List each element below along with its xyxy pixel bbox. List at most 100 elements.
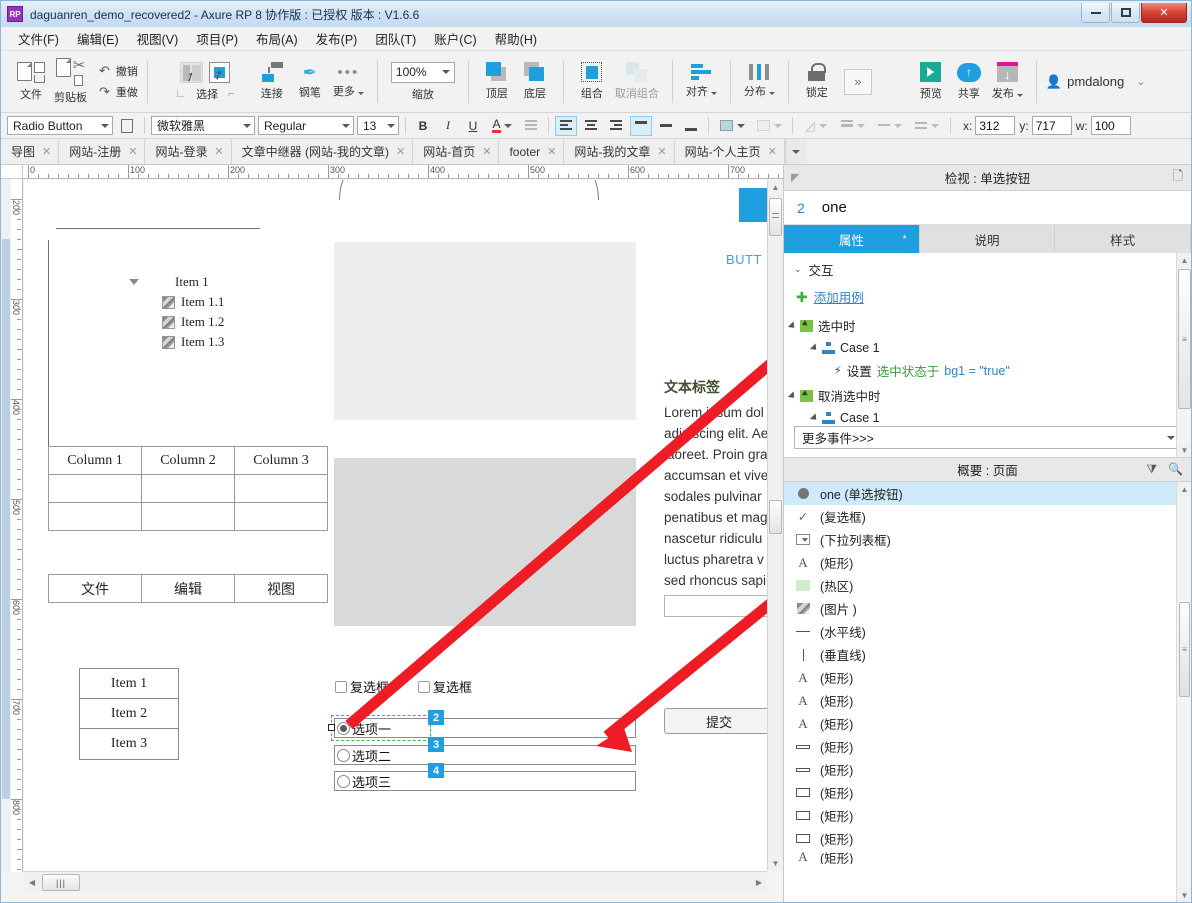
table-widget[interactable]: Column 1 Column 2 Column 3	[48, 446, 328, 531]
placeholder-image-1[interactable]	[334, 242, 636, 420]
tree-child-item[interactable]: Item 1.3	[162, 334, 224, 350]
action-row[interactable]: ⚡ 设置 选中状态于 bg1 = "true"	[790, 358, 1191, 383]
valign-top-button[interactable]	[630, 115, 652, 136]
w-input[interactable]	[1090, 116, 1131, 135]
event-row-onselect[interactable]: 选中时	[787, 313, 1191, 338]
bullet-list-button[interactable]	[520, 116, 542, 136]
line-width-button[interactable]	[836, 116, 870, 136]
canvas-vertical-scrollbar[interactable]: ▲ ▼	[767, 180, 783, 871]
shadow-button[interactable]	[752, 116, 786, 136]
table-header-cell[interactable]: Column 1	[48, 446, 142, 475]
scroll-down-icon[interactable]: ▼	[768, 856, 783, 871]
menu-account[interactable]: 账户(C)	[425, 26, 485, 51]
scroll-up-icon[interactable]: ▲	[1177, 253, 1191, 267]
canvas-vscroll-thumb-2[interactable]	[769, 500, 782, 534]
checkbox-widget-2[interactable]: 复选框	[418, 677, 472, 696]
canvas-hscroll-thumb[interactable]: |||	[42, 874, 80, 891]
close-icon[interactable]: ✕	[657, 145, 666, 158]
preview-button[interactable]: 预览	[912, 60, 950, 103]
chevron-down-icon[interactable]	[129, 279, 139, 285]
align-left-button[interactable]	[555, 115, 577, 136]
page-tab-profile[interactable]: 网站-个人主页 ✕	[674, 139, 785, 164]
blue-rect-widget[interactable]	[739, 188, 767, 222]
expand-triangle-icon[interactable]	[809, 413, 820, 423]
align-right-button[interactable]	[605, 116, 627, 136]
expand-triangle-icon[interactable]	[787, 390, 798, 401]
align-center-button[interactable]	[580, 116, 602, 136]
add-case-link[interactable]: 添加用例	[814, 287, 864, 306]
case-row[interactable]: Case 1	[790, 338, 1191, 358]
radio-row-3[interactable]: 选项三	[334, 771, 636, 791]
outline-item-rect[interactable]: A (矩形)	[784, 712, 1191, 735]
list-item[interactable]: Item 3	[80, 729, 178, 759]
outline-item-image[interactable]: (图片 )	[784, 597, 1191, 620]
close-icon[interactable]: ✕	[42, 145, 51, 158]
table-cell[interactable]	[234, 502, 328, 531]
page-tab-myarticles[interactable]: 网站-我的文章 ✕	[564, 139, 675, 164]
placeholder-image-2[interactable]	[334, 458, 636, 626]
close-icon[interactable]: ✕	[128, 145, 137, 158]
close-icon[interactable]: ✕	[214, 145, 223, 158]
close-icon[interactable]: ✕	[547, 145, 556, 158]
text-field-widget[interactable]	[664, 595, 767, 617]
outline-item-checkbox[interactable]: ✓ (复选框)	[784, 505, 1191, 528]
bold-button[interactable]: B	[412, 116, 434, 136]
zoom-select[interactable]: 100%	[390, 61, 455, 83]
search-icon[interactable]: 🔍	[1168, 462, 1183, 477]
menu-edit[interactable]: 编辑(E)	[68, 26, 128, 51]
align-button[interactable]: 对齐	[682, 62, 721, 101]
outline-item-hotspot[interactable]: (热区)	[784, 574, 1191, 597]
canvas-outer-scroll[interactable]	[1, 179, 11, 872]
vertical-line-widget[interactable]	[48, 240, 49, 462]
table-header-cell[interactable]: Column 2	[141, 446, 235, 475]
outline-item-rect[interactable]: A (矩形)	[784, 551, 1191, 574]
page-tab-footer[interactable]: footer ✕	[499, 139, 565, 164]
canvas-vscroll-thumb[interactable]	[769, 198, 782, 236]
tab-style[interactable]: 样式	[1055, 225, 1192, 253]
outline-item-hline[interactable]: (水平线)	[784, 620, 1191, 643]
table-cell[interactable]	[141, 474, 235, 503]
toolbar-overflow-button[interactable]: »	[843, 68, 872, 95]
case-row[interactable]: Case 1	[790, 408, 1191, 428]
close-icon[interactable]: ✕	[396, 145, 405, 158]
page-tab-daotu[interactable]: 导图 ✕	[1, 139, 60, 164]
close-button[interactable]: ✕	[1141, 3, 1187, 23]
outline-item-rect[interactable]: (矩形)	[784, 804, 1191, 827]
outline-item-rect[interactable]: A (矩形)	[784, 850, 1191, 864]
menu-widget-cell[interactable]: 编辑	[141, 574, 235, 603]
menu-view[interactable]: 视图(V)	[128, 26, 188, 51]
close-icon[interactable]: ✕	[482, 145, 491, 158]
properties-scrollbar[interactable]: ▲ ≡ ▼	[1176, 253, 1191, 457]
distribute-button[interactable]: 分布	[740, 62, 779, 101]
outline-item-rect[interactable]: A (矩形)	[784, 689, 1191, 712]
scroll-right-icon[interactable]: ▶	[753, 876, 765, 889]
tab-properties[interactable]: 属性 *	[784, 225, 920, 253]
list-item[interactable]: Item 2	[80, 699, 178, 729]
filter-icon[interactable]: ⧩	[1146, 462, 1157, 477]
checkbox-widget-1[interactable]: 复选框	[335, 677, 389, 696]
outline-item-dropdown[interactable]: (下拉列表框)	[784, 528, 1191, 551]
submit-button-widget[interactable]: 提交	[664, 708, 767, 734]
page-note-icon[interactable]: 🗋	[1173, 167, 1183, 189]
horizontal-line-widget[interactable]	[56, 228, 260, 229]
menu-widget-cell[interactable]: 视图	[234, 574, 328, 603]
account-menu[interactable]: 👤 pmdalong ⌄	[1046, 74, 1146, 90]
minimize-button[interactable]	[1081, 3, 1110, 23]
zoom-control[interactable]: 100% 缩放	[387, 60, 459, 104]
tree-root-item[interactable]: Item 1	[129, 274, 209, 290]
expand-triangle-icon[interactable]	[787, 320, 798, 331]
more-tools-button[interactable]: ••• 更多	[329, 63, 368, 101]
valign-middle-button[interactable]	[655, 116, 677, 136]
outline-item-rect[interactable]: (矩形)	[784, 735, 1191, 758]
add-case-row[interactable]: ✚ 添加用例	[784, 283, 1191, 313]
event-row-onunselect[interactable]: 取消选中时	[787, 383, 1191, 408]
arrow-style-button[interactable]	[910, 116, 944, 136]
design-canvas[interactable]: BUTT Item 1 Item 1.1 Item 1.2 Item 1.3 C…	[24, 180, 767, 871]
radio-button-icon[interactable]	[337, 774, 350, 788]
menu-help[interactable]: 帮助(H)	[486, 26, 546, 51]
group-button[interactable]: 组合	[573, 60, 611, 103]
widget-name-input[interactable]: one	[822, 199, 847, 216]
share-button[interactable]: ↑ 共享	[950, 61, 988, 103]
italic-button[interactable]: I	[437, 116, 459, 136]
collapse-icon[interactable]: ◤	[791, 171, 799, 184]
